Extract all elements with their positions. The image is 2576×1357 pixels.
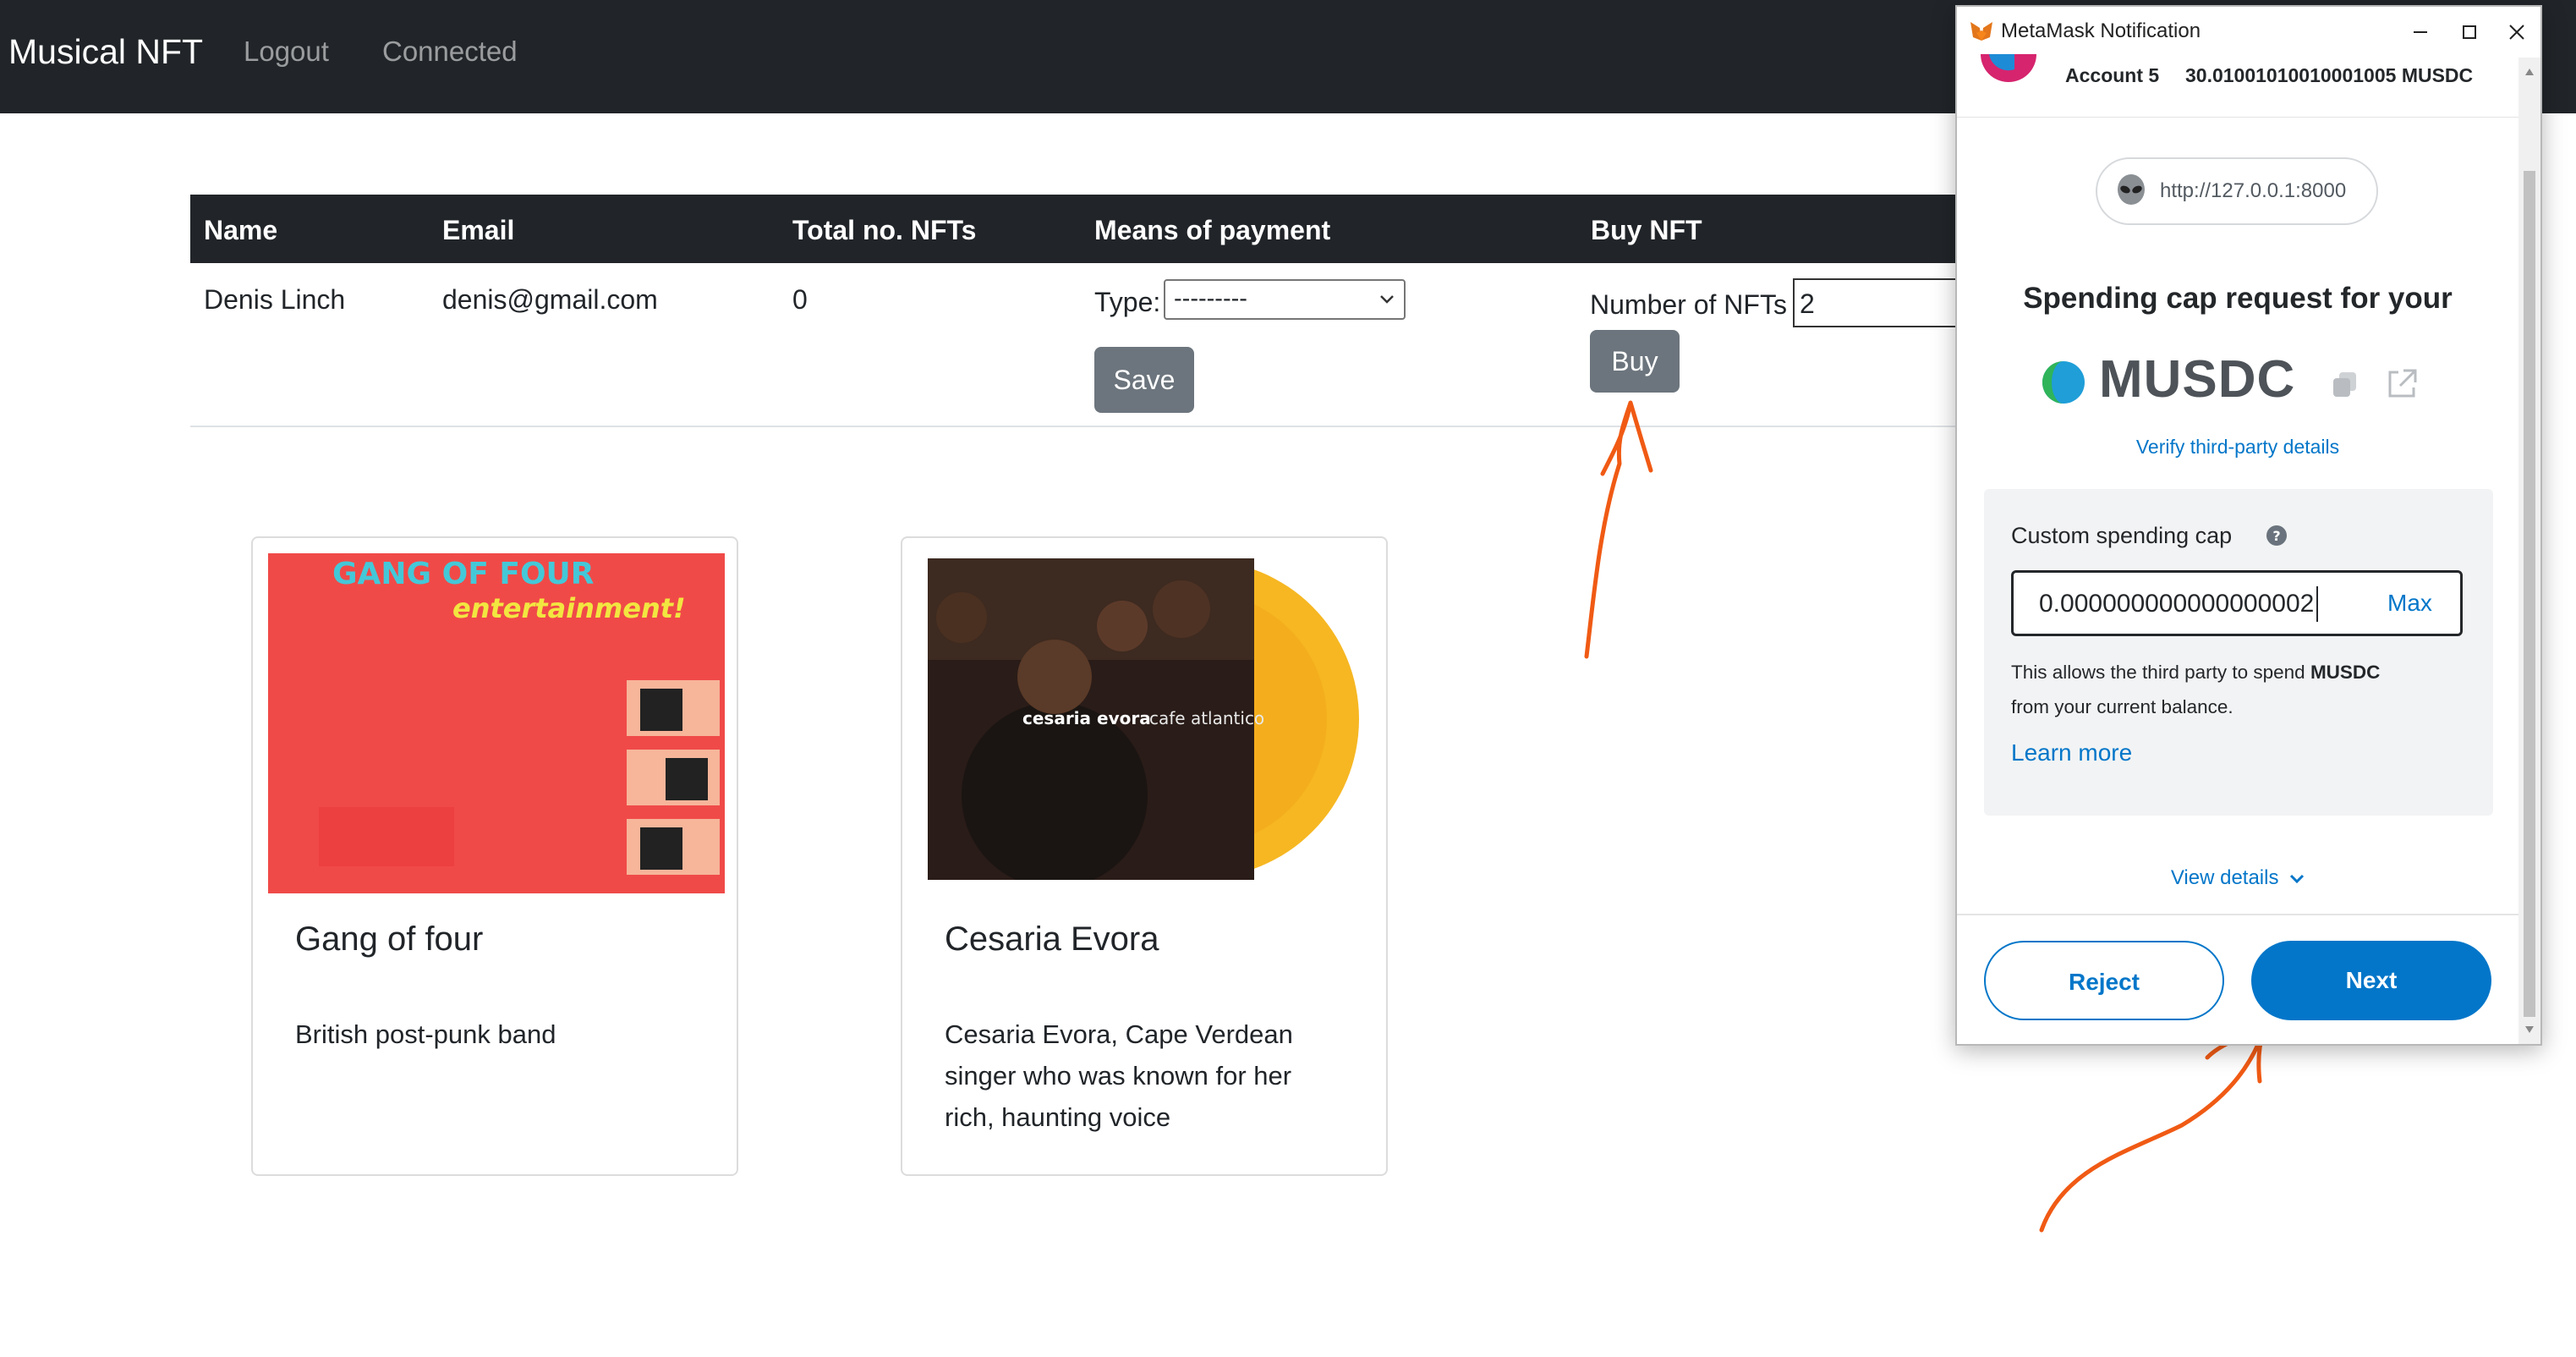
svg-text:?: ? xyxy=(2272,528,2280,544)
cell-total-nfts: 0 xyxy=(792,284,808,315)
maximize-icon[interactable] xyxy=(2451,14,2488,51)
alien-icon xyxy=(2118,174,2145,205)
card-title: Cesaria Evora xyxy=(945,920,1159,958)
scrollbar[interactable] xyxy=(2518,58,2540,1044)
metamask-fox-icon xyxy=(1970,22,1992,41)
account-balance: 30.010010100100010​05 MUSDC xyxy=(2185,64,2474,86)
card-text: Cesaria Evora, Cape Verdean singer who w… xyxy=(945,1019,1293,1132)
payment-type-select[interactable]: --------- xyxy=(1164,279,1406,320)
col-header-buy: Buy NFT xyxy=(1591,215,1702,245)
custom-cap-input[interactable]: 0.000000000000000002 Max xyxy=(2011,570,2463,636)
help-icon[interactable]: ? xyxy=(2266,525,2288,547)
cover-subtitle: entertainment! xyxy=(452,592,686,624)
account-avatar xyxy=(1981,54,2036,82)
cover-artist: cesaria evora xyxy=(1022,708,1151,728)
next-button[interactable]: Next xyxy=(2251,941,2491,1020)
type-label: Type: xyxy=(1094,287,1161,317)
site-origin-pill: http://127.0.0.1:8000 xyxy=(2096,157,2378,225)
chevron-down-icon xyxy=(1380,295,1394,304)
spending-cap-heading: Spending cap request for your xyxy=(2023,282,2453,315)
card-title: Gang of four xyxy=(295,920,484,958)
custom-cap-value: 0.000000000000000002 xyxy=(2039,590,2315,618)
nft-card-gang-of-four[interactable]: GANG OF FOUR entertainment! Gang of four… xyxy=(251,536,738,1176)
cap-description: This allows the third party to spend MUS… xyxy=(2011,655,2468,724)
text-caret xyxy=(2316,586,2318,622)
desc-prefix: This allows the third party to spend xyxy=(2011,662,2310,683)
view-details-label: View details xyxy=(2170,866,2279,889)
album-cover-cesaria-evora: cesaria evora cafe atlantico xyxy=(928,558,1359,880)
save-button[interactable]: Save xyxy=(1094,347,1194,413)
cell-email: denis@gmail.com xyxy=(442,284,658,315)
spending-cap-panel: Custom spending cap ? 0.0000000000000000… xyxy=(1984,489,2493,816)
window-titlebar: MetaMask Notification xyxy=(1957,7,2540,58)
cover-title: GANG OF FOUR xyxy=(332,557,595,591)
window-title: MetaMask Notification xyxy=(2001,19,2201,42)
learn-more-link[interactable]: Learn more xyxy=(2011,739,2132,766)
buy-button[interactable]: Buy xyxy=(1590,330,1680,393)
col-header-name: Name xyxy=(204,215,278,245)
metamask-notification-window: MetaMask Notification Account 5 30.01001… xyxy=(1955,5,2542,1046)
desc-token: MUSDC xyxy=(2310,662,2381,683)
close-icon[interactable] xyxy=(2498,14,2535,51)
account-bar: Account 5 30.010010100100010​05 MUSDC xyxy=(1957,54,2518,118)
token-logo-icon xyxy=(2042,361,2085,404)
verify-third-party-link[interactable]: Verify third-party details xyxy=(1957,436,2518,459)
row-divider xyxy=(190,426,2000,427)
nfts-count-label: Number of NFTs xyxy=(1590,289,1787,320)
cell-name: Denis Linch xyxy=(204,284,346,315)
token-symbol: MUSDC xyxy=(2099,350,2296,409)
nav-link-connected[interactable]: Connected xyxy=(382,36,518,68)
scroll-up-icon[interactable] xyxy=(2524,68,2535,76)
navbar-brand[interactable]: Musical NFT xyxy=(8,32,203,72)
minimize-icon[interactable] xyxy=(2402,14,2439,51)
scroll-down-icon[interactable] xyxy=(2524,1025,2535,1034)
copy-icon[interactable] xyxy=(2329,369,2361,401)
table-header: Name Email Total no. NFTs Means of payme… xyxy=(190,195,2000,263)
cover-album: cafe atlantico xyxy=(1149,708,1264,728)
nfts-count-value: 2 xyxy=(1800,288,1815,319)
nft-card-cesaria-evora[interactable]: cesaria evora cafe atlantico Cesaria Evo… xyxy=(901,536,1388,1176)
account-name: Account 5 xyxy=(2065,64,2160,86)
custom-cap-label: Custom spending cap xyxy=(2011,523,2233,548)
col-header-email: Email xyxy=(442,215,515,245)
payment-type-value: --------- xyxy=(1174,285,1247,312)
reject-button[interactable]: Reject xyxy=(1984,941,2224,1020)
footer-divider xyxy=(1957,914,2518,915)
album-cover-gang-of-four: GANG OF FOUR entertainment! xyxy=(268,553,725,893)
site-origin-url: http://127.0.0.1:8000 xyxy=(2160,179,2347,202)
annotation-arrow-buy xyxy=(1584,400,1653,659)
chevron-down-icon xyxy=(2290,874,2305,883)
scrollbar-thumb[interactable] xyxy=(2524,171,2535,1017)
col-header-total-nfts: Total no. NFTs xyxy=(792,215,977,245)
desc-suffix: from your current balance. xyxy=(2011,696,2233,717)
max-button[interactable]: Max xyxy=(2387,590,2432,617)
external-link-icon[interactable] xyxy=(2383,365,2420,403)
col-header-payment: Means of payment xyxy=(1094,215,1331,245)
nav-link-logout[interactable]: Logout xyxy=(244,36,329,68)
annotation-arrow-next xyxy=(2039,1030,2266,1233)
view-details-toggle[interactable]: View details xyxy=(1957,866,2518,890)
card-text: British post-punk band xyxy=(295,1019,556,1049)
